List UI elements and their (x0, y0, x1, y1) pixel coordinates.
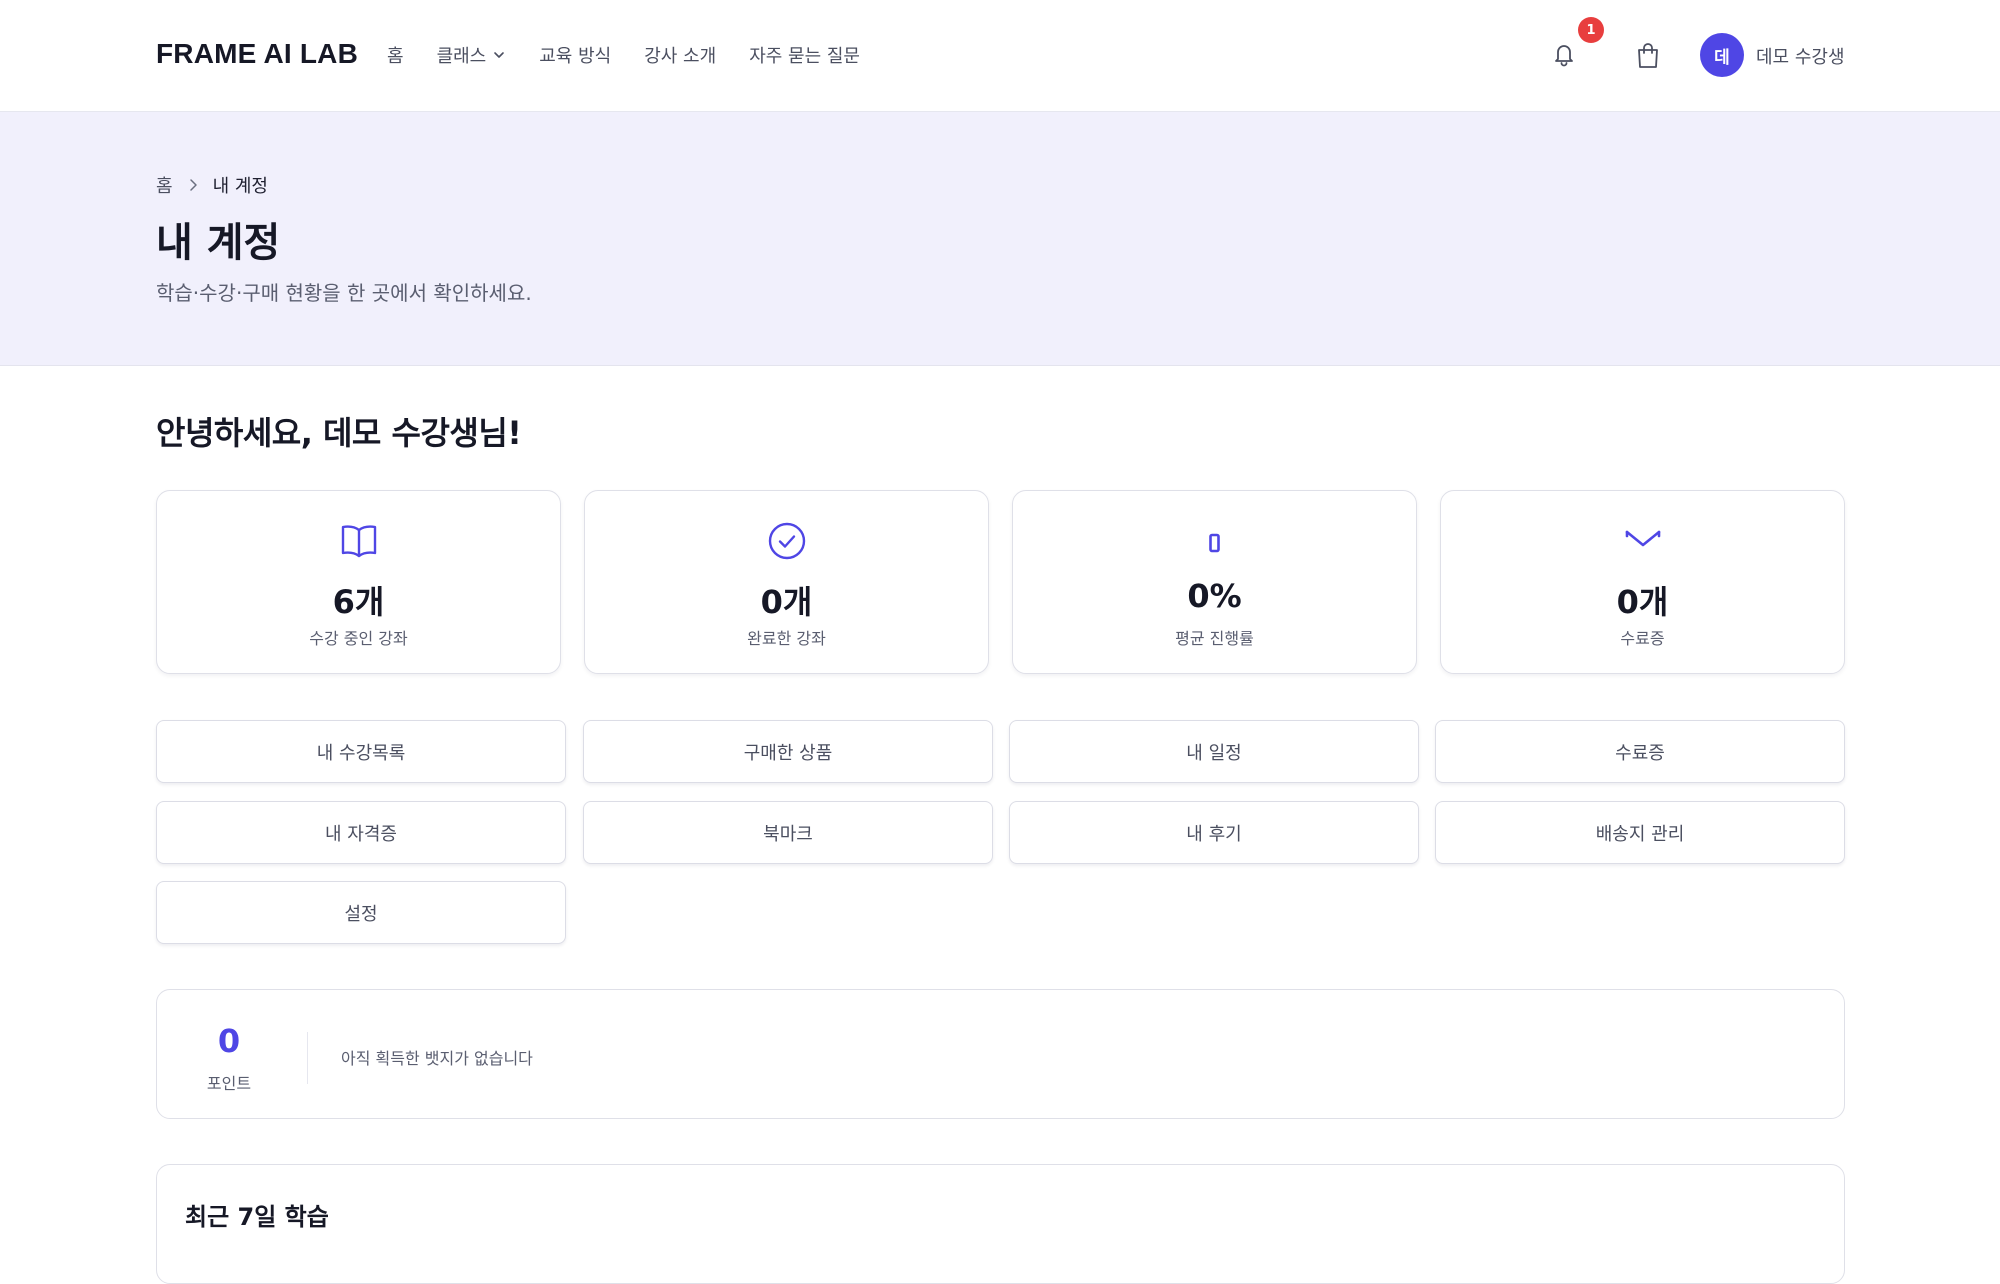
book-open-icon (339, 521, 379, 561)
settings-button[interactable]: 설정 (156, 881, 566, 944)
page-title: 내 계정 (156, 220, 281, 266)
badges-empty-message: 아직 획득한 뱃지가 없습니다 (341, 1049, 533, 1068)
site-logo[interactable]: FRAME AI LAB (156, 38, 358, 70)
stat-label: 완료한 강좌 (747, 629, 826, 648)
shipping-address-button[interactable]: 배송지 관리 (1435, 801, 1845, 864)
purchased-products-button[interactable]: 구매한 상품 (583, 720, 993, 783)
breadcrumb-current: 내 계정 (212, 176, 268, 197)
user-name[interactable]: 데모 수강생 (1756, 43, 1845, 69)
certificates-button[interactable]: 수료증 (1435, 720, 1845, 783)
nav-item-label: 클래스 (436, 46, 487, 67)
divider (307, 1032, 308, 1084)
stat-label: 수강 중인 강좌 (309, 629, 408, 648)
nav-item-instructors[interactable]: 강사 소개 (644, 42, 716, 68)
greeting-heading: 안녕하세요, 데모 수강생님! (156, 414, 522, 452)
progress-bar-icon (1195, 521, 1235, 561)
points-value: 0 (217, 1022, 241, 1060)
my-reviews-button[interactable]: 내 후기 (1009, 801, 1419, 864)
stat-value: 0% (1187, 577, 1242, 615)
points-card: 0 포인트 아직 획득한 뱃지가 없습니다 (156, 989, 1845, 1119)
nav-item-label: 강사 소개 (644, 46, 717, 67)
stat-value: 6개 (332, 583, 385, 621)
stat-card-progress: 0% 평균 진행률 (1012, 490, 1417, 674)
nav-item-label: 자주 묻는 질문 (749, 46, 860, 67)
nav-item-label: 홈 (387, 46, 404, 67)
avatar[interactable]: 데 (1700, 33, 1744, 77)
check-circle-icon (767, 521, 807, 561)
stat-label: 평균 진행률 (1175, 629, 1254, 648)
nav-item-education-method[interactable]: 교육 방식 (539, 42, 611, 68)
chevron-right-icon (187, 178, 199, 192)
my-schedule-button[interactable]: 내 일정 (1009, 720, 1419, 783)
nav-item-faq[interactable]: 자주 묻는 질문 (749, 42, 860, 68)
chevron-down-icon (492, 48, 506, 62)
stat-card-certificates: 0개 수료증 (1440, 490, 1845, 674)
breadcrumb-home[interactable]: 홈 (156, 172, 173, 198)
stat-value: 0개 (1616, 583, 1669, 621)
nav-item-classes[interactable]: 클래스 (437, 42, 507, 68)
shopping-bag-icon[interactable] (1634, 40, 1662, 70)
points-label: 포인트 (206, 1074, 252, 1093)
recent-learning-card: 최근 7일 학습 (156, 1164, 1845, 1284)
notification-badge: 1 (1578, 17, 1604, 43)
recent-learning-title: 최근 7일 학습 (185, 1203, 329, 1231)
stat-card-completed: 0개 완료한 강좌 (584, 490, 989, 674)
stat-value: 0개 (760, 583, 813, 621)
nav-item-label: 교육 방식 (539, 46, 612, 67)
certificate-icon (1623, 521, 1663, 561)
top-header: FRAME AI LAB 홈 클래스 교육 방식 강사 소개 자주 묻는 질문 … (0, 0, 2000, 112)
bookmarks-button[interactable]: 북마크 (583, 801, 993, 864)
page-subtitle: 학습·수강·구매 현황을 한 곳에서 확인하세요. (156, 281, 532, 305)
main-nav: 홈 클래스 교육 방식 강사 소개 자주 묻는 질문 (387, 42, 893, 68)
breadcrumb: 홈 내 계정 (156, 172, 268, 198)
page-hero: 홈 내 계정 내 계정 학습·수강·구매 현황을 한 곳에서 확인하세요. (0, 112, 2000, 366)
my-licenses-button[interactable]: 내 자격증 (156, 801, 566, 864)
nav-item-home[interactable]: 홈 (387, 42, 404, 68)
my-courses-button[interactable]: 내 수강목록 (156, 720, 566, 783)
stat-label: 수료증 (1620, 629, 1665, 648)
stat-card-enrolled: 6개 수강 중인 강좌 (156, 490, 561, 674)
bell-icon[interactable] (1550, 40, 1578, 68)
